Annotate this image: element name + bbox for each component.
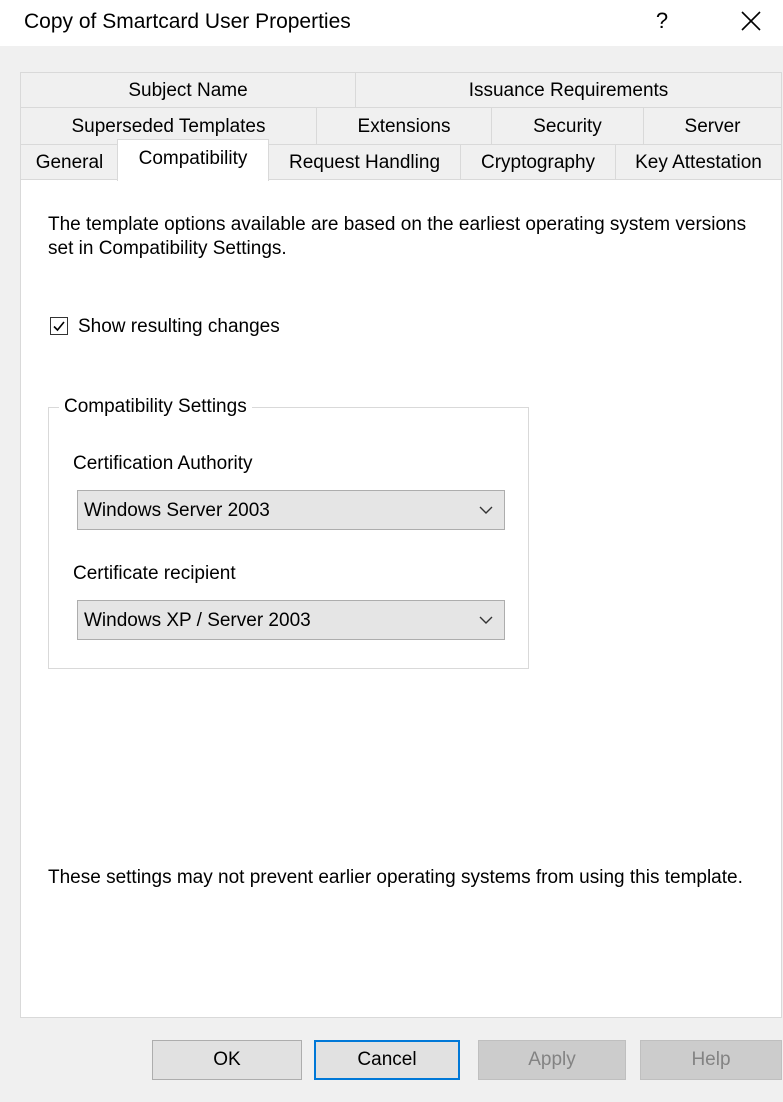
tab-label: Key Attestation <box>635 152 762 173</box>
group-title: Compatibility Settings <box>59 395 252 419</box>
tab-label: Compatibility <box>138 148 248 169</box>
recipient-label: Certificate recipient <box>73 563 236 584</box>
ca-label: Certification Authority <box>73 453 253 474</box>
tab-compatibility[interactable]: Compatibility <box>117 139 269 181</box>
cancel-button[interactable]: Cancel <box>314 1040 460 1080</box>
tab-label: Superseded Templates <box>71 116 266 137</box>
tab-label: Issuance Requirements <box>468 80 669 101</box>
tab-request-handling[interactable]: Request Handling <box>268 144 461 180</box>
tab-general[interactable]: General <box>20 144 119 180</box>
compatibility-settings-group: Compatibility Settings Certification Aut… <box>48 395 529 669</box>
close-icon[interactable] <box>738 8 764 34</box>
footnote-text: These settings may not prevent earlier o… <box>48 867 743 888</box>
help-button[interactable]: Help <box>640 1040 782 1080</box>
window-title: Copy of Smartcard User Properties <box>24 10 351 33</box>
ok-button[interactable]: OK <box>152 1040 302 1080</box>
tab-label: Request Handling <box>288 152 441 173</box>
tab-label: General <box>35 152 104 173</box>
apply-button[interactable]: Apply <box>478 1040 626 1080</box>
tab-label: Extensions <box>357 116 451 137</box>
tab-label: Cryptography <box>480 152 596 173</box>
tab-cryptography[interactable]: Cryptography <box>460 144 616 180</box>
tab-security[interactable]: Security <box>491 107 644 145</box>
tab-subject-name[interactable]: Subject Name <box>20 72 356 108</box>
tab-label: Server <box>684 116 741 137</box>
checkmark-icon <box>53 321 65 332</box>
show-changes-checkbox[interactable] <box>50 317 68 335</box>
tab-extensions[interactable]: Extensions <box>316 107 492 145</box>
tab-label: Security <box>533 116 602 137</box>
tab-key-attestation[interactable]: Key Attestation <box>615 144 782 180</box>
ca-value: Windows Server 2003 <box>84 500 270 521</box>
title-bar: Copy of Smartcard User Properties ? <box>0 0 783 46</box>
recipient-select[interactable]: Windows XP / Server 2003 <box>77 600 505 640</box>
description-text: The template options available are based… <box>48 214 747 259</box>
tab-issuance-requirements[interactable]: Issuance Requirements <box>355 72 782 108</box>
chevron-down-icon <box>479 506 493 514</box>
recipient-value: Windows XP / Server 2003 <box>84 610 311 631</box>
tab-server[interactable]: Server <box>643 107 782 145</box>
help-icon[interactable]: ? <box>652 6 672 36</box>
chevron-down-icon <box>479 616 493 624</box>
ca-select[interactable]: Windows Server 2003 <box>77 490 505 530</box>
compatibility-panel: The template options available are based… <box>20 179 782 1018</box>
tab-label: Subject Name <box>128 80 248 101</box>
show-changes-label: Show resulting changes <box>78 316 280 337</box>
